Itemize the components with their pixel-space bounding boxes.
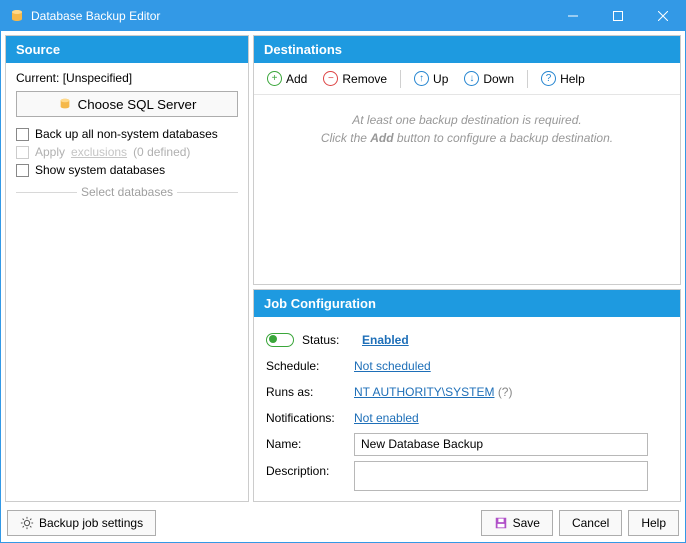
current-label: Current: [16,71,59,85]
status-toggle[interactable] [266,333,294,347]
minimize-button[interactable] [550,1,595,31]
description-label: Description: [266,461,354,478]
cancel-label: Cancel [572,516,609,530]
add-label: Add [286,72,307,86]
close-button[interactable] [640,1,685,31]
titlebar: Database Backup Editor [1,1,685,31]
select-databases-label: Select databases [81,185,173,199]
current-value: [Unspecified] [63,71,132,85]
runsas-label: Runs as: [266,385,354,399]
footer-help-button[interactable]: Help [628,510,679,536]
plus-icon: + [267,71,282,86]
name-input[interactable] [354,433,648,456]
save-button[interactable]: Save [481,510,553,536]
exclusions-count: (0 defined) [133,145,190,159]
choose-sql-server-label: Choose SQL Server [78,97,197,112]
add-button[interactable]: + Add [260,67,314,90]
maximize-button[interactable] [595,1,640,31]
job-header: Job Configuration [254,290,680,317]
status-label: Status: [302,333,362,347]
help-button[interactable]: ? Help [534,67,592,90]
down-label: Down [483,72,514,86]
destinations-empty-message: At least one backup destination is requi… [254,95,680,284]
minus-icon: − [323,71,338,86]
checkbox-backup-all[interactable]: Back up all non-system databases [16,127,238,141]
up-button[interactable]: ↑ Up [407,67,455,90]
checkbox-show-system-label: Show system databases [35,163,165,177]
notifications-value-link[interactable]: Not enabled [354,411,419,425]
settings-label: Backup job settings [39,516,143,530]
notifications-label: Notifications: [266,411,354,425]
runsas-value-link[interactable]: NT AUTHORITY\SYSTEM [354,385,494,399]
source-panel: Source Current: [Unspecified] Choose SQL… [5,35,249,502]
question-icon: ? [541,71,556,86]
remove-label: Remove [342,72,387,86]
cancel-button[interactable]: Cancel [559,510,622,536]
checkbox-icon [16,164,29,177]
checkbox-icon [16,146,29,159]
save-label: Save [513,516,540,530]
select-databases-section: Select databases [16,185,238,199]
gear-icon [20,516,34,530]
up-label: Up [433,72,448,86]
server-icon [58,97,72,111]
destinations-header: Destinations [254,36,680,63]
schedule-label: Schedule: [266,359,354,373]
arrow-down-icon: ↓ [464,71,479,86]
status-value-link[interactable]: Enabled [362,333,409,347]
runsas-help-link[interactable]: (?) [498,385,513,399]
checkbox-backup-all-label: Back up all non-system databases [35,127,218,141]
remove-button[interactable]: − Remove [316,67,394,90]
backup-job-settings-button[interactable]: Backup job settings [7,510,156,536]
job-configuration-panel: Job Configuration Status: Enabled Schedu… [253,289,681,502]
destinations-panel: Destinations + Add − Remove ↑ [253,35,681,285]
description-input[interactable] [354,461,648,491]
name-label: Name: [266,437,354,451]
choose-sql-server-button[interactable]: Choose SQL Server [16,91,238,117]
checkbox-apply-exclusions: Apply exclusions (0 defined) [16,145,238,159]
help-label: Help [560,72,585,86]
empty-line-1: At least one backup destination is requi… [264,111,670,129]
checkbox-show-system[interactable]: Show system databases [16,163,238,177]
app-icon [9,8,25,24]
arrow-up-icon: ↑ [414,71,429,86]
source-header: Source [6,36,248,63]
floppy-icon [494,516,508,530]
apply-label: Apply [35,145,65,159]
footer: Backup job settings Save Cancel Help [5,506,681,538]
window: Database Backup Editor Source Current: [… [0,0,686,543]
down-button[interactable]: ↓ Down [457,67,521,90]
window-title: Database Backup Editor [31,9,550,23]
schedule-value-link[interactable]: Not scheduled [354,359,431,373]
footer-help-label: Help [641,516,666,530]
checkbox-icon [16,128,29,141]
destinations-toolbar: + Add − Remove ↑ Up ↓ [254,63,680,95]
exclusions-link: exclusions [71,145,127,159]
